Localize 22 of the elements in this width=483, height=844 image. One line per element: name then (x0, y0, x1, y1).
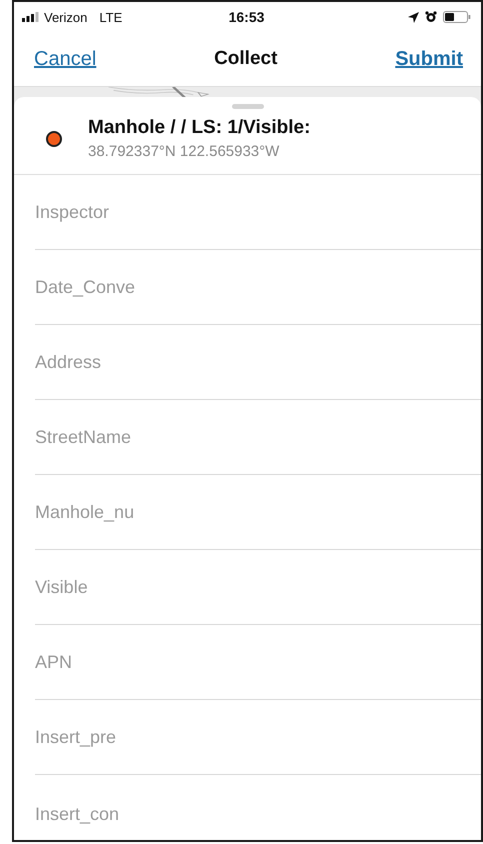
sheet-handle[interactable] (232, 104, 264, 109)
battery-icon (443, 11, 472, 23)
carrier-name: Verizon (44, 10, 88, 24)
feature-title: Manhole / / LS: 1/Visible: (88, 117, 310, 139)
input-field[interactable]: Inspector (35, 202, 435, 222)
input-field[interactable]: Date_Conve (35, 276, 435, 298)
cancel-link[interactable]: Cancel (34, 48, 96, 70)
network-type: LTE (99, 10, 122, 24)
input-field[interactable]: Visible (35, 576, 435, 598)
submit-link[interactable]: Submit (395, 48, 463, 70)
input-field[interactable]: StreetName (35, 426, 435, 448)
input-field[interactable]: APN (35, 652, 435, 672)
input-field[interactable]: Insert_pre (35, 726, 435, 748)
status-time: 16:53 (228, 9, 266, 25)
location-arrow-icon (408, 12, 420, 22)
coordinates: 38.792337°N 122.565933°W (88, 143, 280, 160)
alarm-clock-icon (425, 11, 438, 23)
input-field[interactable]: Address (35, 352, 435, 372)
input-field[interactable]: Insert_con (35, 804, 435, 825)
screen-title: Collect (214, 48, 278, 70)
signal-icon (22, 12, 40, 22)
input-field[interactable]: Manhole_nu (35, 502, 435, 522)
